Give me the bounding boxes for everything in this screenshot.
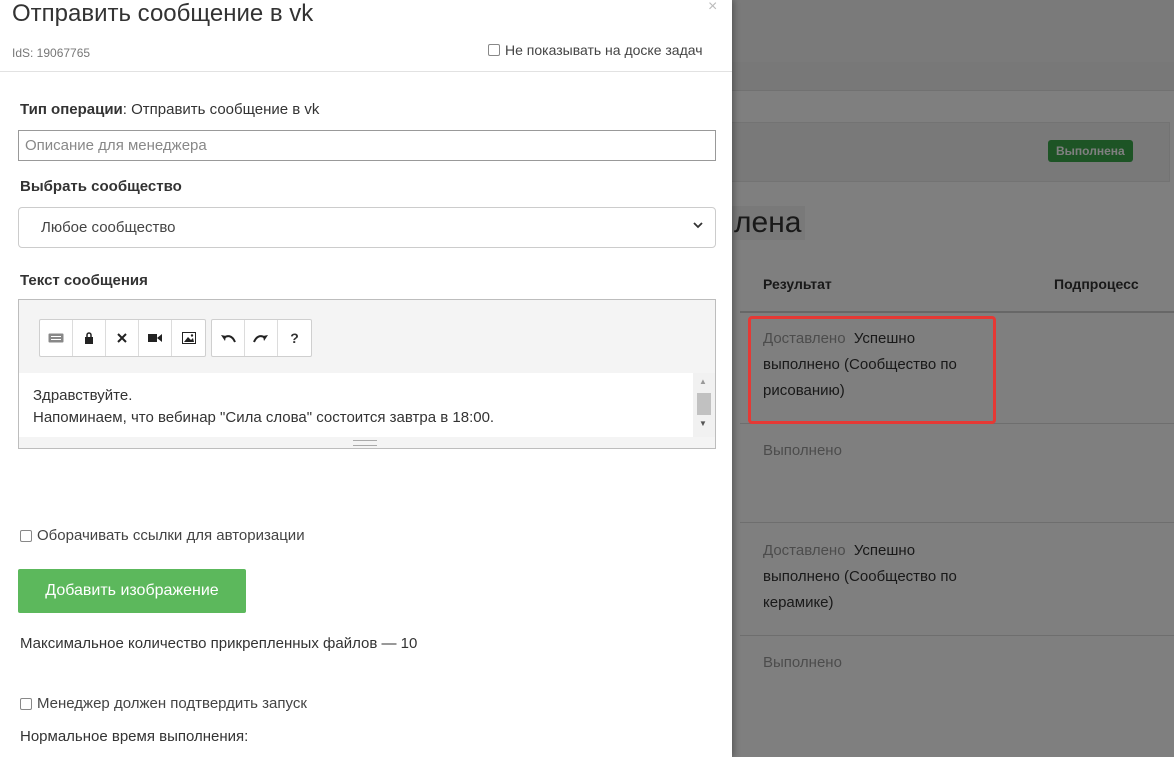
manager-description-input[interactable] [18, 130, 716, 161]
community-selected-value: Любое сообщество [41, 219, 176, 236]
message-line: Напоминаем, что вебинар "Сила слова" сос… [33, 409, 495, 426]
resize-handle[interactable] [353, 440, 377, 446]
add-image-button[interactable]: Добавить изображение [18, 569, 246, 613]
editor-scrollbar[interactable]: ▲ ▼ [693, 373, 715, 437]
clear-icon[interactable] [106, 320, 139, 356]
hide-on-board-checkbox[interactable]: Не показывать на доске задач [488, 42, 703, 58]
message-text-label: Текст сообщения [20, 272, 148, 289]
checkbox-icon[interactable] [20, 697, 32, 710]
image-icon[interactable] [172, 320, 205, 356]
operation-type: Тип операции: Отправить сообщение в vk [20, 101, 319, 118]
community-select[interactable]: Любое сообщество [18, 207, 716, 248]
checkbox-icon[interactable] [488, 44, 500, 56]
operation-type-label: Тип операции [20, 101, 123, 118]
manager-confirm-label: Менеджер должен подтвердить запуск [37, 695, 307, 712]
lock-icon[interactable] [73, 320, 106, 356]
toolbar-group-history: ? [211, 319, 312, 357]
max-files-note: Максимальное количество прикрепленных фа… [20, 635, 418, 652]
close-icon[interactable]: × [708, 0, 717, 16]
message-line: Здравствуйте. [33, 387, 133, 404]
help-icon[interactable]: ? [278, 320, 311, 356]
toolbar-group-insert [39, 319, 206, 357]
operation-type-value: : Отправить сообщение в vk [122, 101, 320, 118]
scroll-down-icon[interactable]: ▼ [699, 419, 707, 428]
wrap-links-label: Оборачивать ссылки для авторизации [37, 527, 305, 544]
process-id: IdS: 19067765 [12, 46, 91, 60]
message-editor: ? Здравствуйте. Напоминаем, что вебинар … [18, 299, 716, 449]
community-label: Выбрать сообщество [20, 178, 182, 195]
chevron-down-icon [693, 222, 703, 229]
editor-toolbar: ? [39, 319, 317, 357]
hide-on-board-label: Не показывать на доске задач [505, 42, 703, 58]
normal-time-label: Нормальное время выполнения: [20, 728, 249, 745]
modal-title: Отправить сообщение в vk [12, 0, 314, 27]
undo-icon[interactable] [212, 320, 245, 356]
wrap-links-checkbox[interactable]: Оборачивать ссылки для авторизации [20, 527, 305, 544]
scroll-up-icon[interactable]: ▲ [699, 377, 707, 386]
highlight-box [748, 316, 996, 424]
manager-confirm-checkbox[interactable]: Менеджер должен подтвердить запуск [20, 695, 307, 712]
keyboard-icon[interactable] [40, 320, 73, 356]
video-icon[interactable] [139, 320, 172, 356]
redo-icon[interactable] [245, 320, 278, 356]
send-vk-message-modal: Отправить сообщение в vk × IdS: 19067765… [0, 0, 732, 757]
message-text-area[interactable]: Здравствуйте. Напоминаем, что вебинар "С… [19, 373, 693, 437]
checkbox-icon[interactable] [20, 529, 32, 542]
header-divider [0, 71, 732, 72]
scroll-thumb[interactable] [697, 393, 711, 415]
